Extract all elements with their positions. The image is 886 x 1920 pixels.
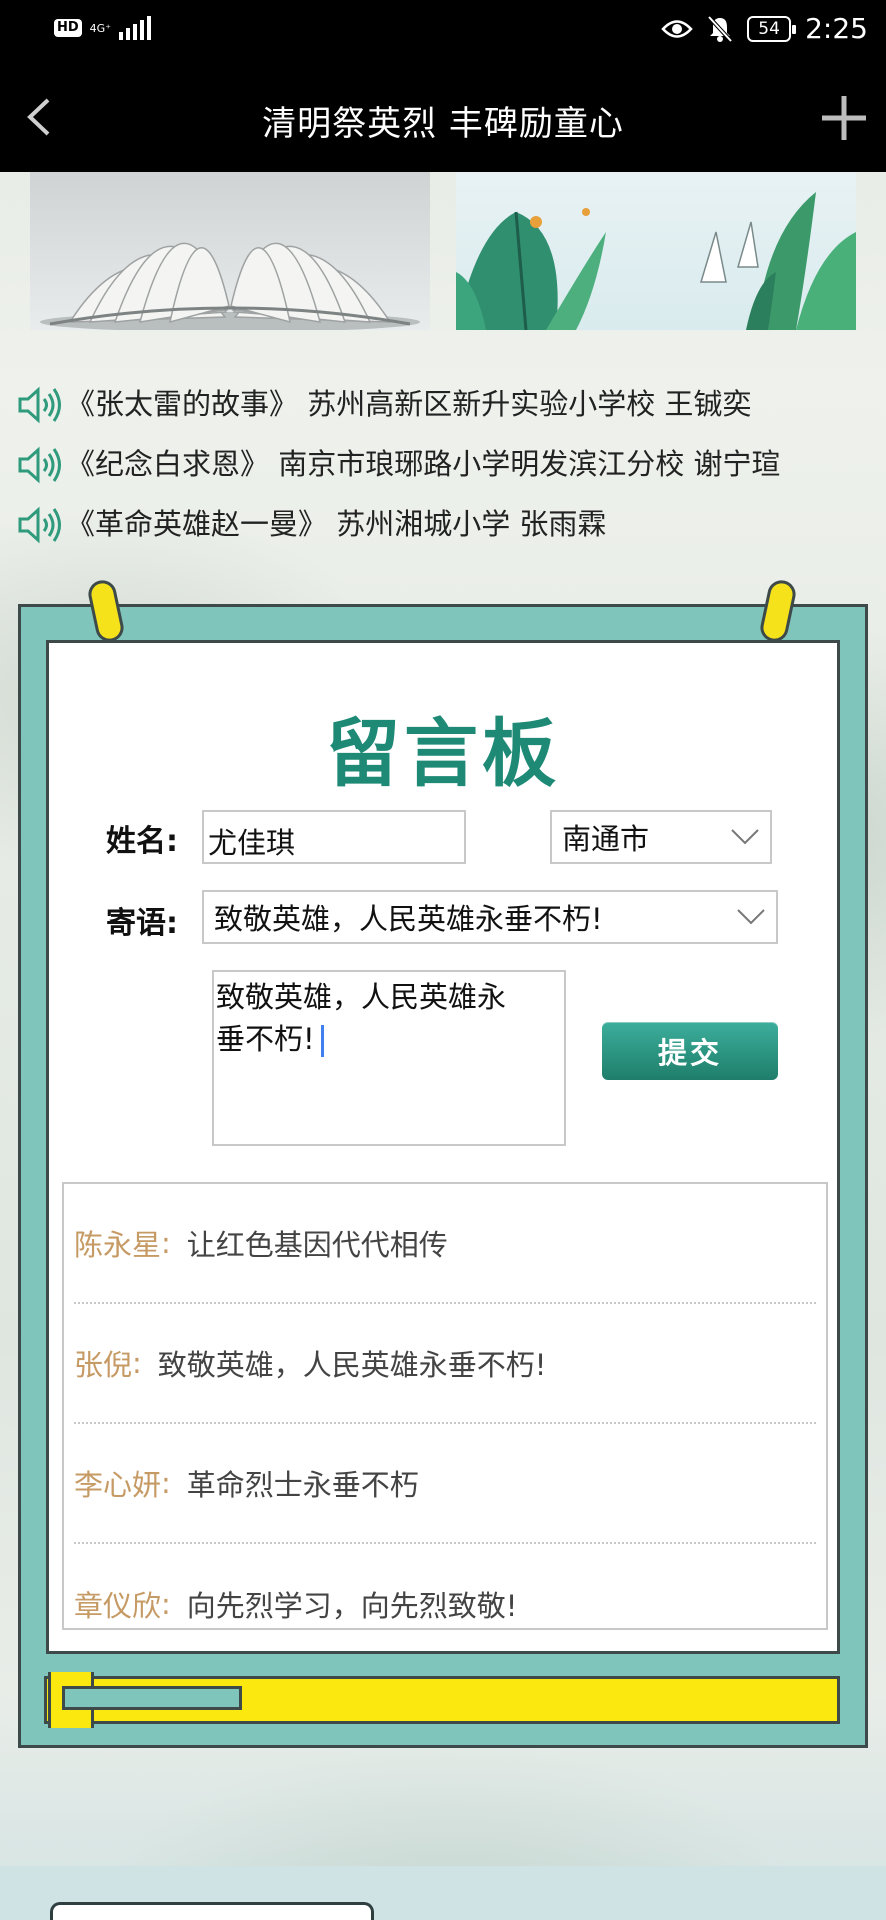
textarea-line-last: 垂不朽! bbox=[216, 1018, 562, 1060]
city-select-value: 南通市 bbox=[562, 822, 650, 856]
audio-item[interactable]: 《张太雷的故事》 苏州高新区新升实验小学校 王铖奕 bbox=[16, 372, 876, 432]
network-type: 4G⁺ bbox=[89, 21, 112, 35]
name-input[interactable]: 尤佳琪 bbox=[202, 810, 466, 864]
audio-title[interactable]: 《张太雷的故事》 苏州高新区新升实验小学校 王铖奕 bbox=[66, 381, 751, 423]
comment-author: 李心妍 bbox=[74, 1468, 162, 1502]
comment-row: 李心妍: 革命烈士永垂不朽 bbox=[74, 1424, 816, 1544]
submit-button[interactable]: 提交 bbox=[602, 1022, 778, 1080]
battery-icon: 54 bbox=[747, 15, 797, 42]
audio-title[interactable]: 《革命英雄赵一曼》 苏州湘城小学 张雨霖 bbox=[66, 501, 606, 543]
comment-separator: : bbox=[161, 1466, 171, 1500]
book-banner-image[interactable] bbox=[30, 172, 430, 330]
name-label: 姓名: bbox=[106, 824, 178, 859]
audio-item[interactable]: 《革命英雄赵一曼》 苏州湘城小学 张雨霖 bbox=[16, 492, 876, 552]
comment-text: 向先烈学习，向先烈致敬! bbox=[186, 1589, 518, 1623]
text-caret bbox=[320, 1025, 324, 1057]
speaker-icon[interactable] bbox=[16, 503, 64, 547]
city-select[interactable]: 南通市 bbox=[550, 810, 772, 864]
plus-icon[interactable] bbox=[818, 92, 870, 144]
comment-list[interactable]: 陈永星: 让红色基因代代相传 张倪: 致敬英雄，人民英雄永垂不朽! 李心妍: 革… bbox=[62, 1182, 828, 1630]
signal-icon bbox=[119, 16, 152, 40]
nav-bar: 清明祭英烈 丰碑励童心 bbox=[0, 62, 886, 172]
comment-row: 章仪欣: 向先烈学习，向先烈致敬! bbox=[74, 1544, 816, 1628]
textarea-line: 垂不朽! bbox=[216, 1022, 315, 1056]
page-title: 清明祭英烈 丰碑励童心 bbox=[262, 104, 624, 144]
board-bar-stub bbox=[62, 1686, 242, 1710]
mute-bell-icon bbox=[707, 15, 733, 42]
next-section-card[interactable] bbox=[50, 1902, 374, 1920]
comment-author: 章仪欣 bbox=[74, 1589, 162, 1623]
message-select-value: 致敬英雄，人民英雄永垂不朽! bbox=[214, 902, 603, 936]
clock: 2:25 bbox=[805, 12, 868, 45]
chevron-left-icon[interactable] bbox=[14, 92, 64, 142]
message-select[interactable]: 致敬英雄，人民英雄永垂不朽! bbox=[202, 890, 778, 944]
comment-text: 革命烈士永垂不朽 bbox=[186, 1468, 419, 1502]
comment-text: 让红色基因代代相传 bbox=[186, 1228, 448, 1262]
audio-item[interactable]: 《纪念白求恩》 南京市琅琊路小学明发滨江分校 谢宁瑄 bbox=[16, 432, 876, 492]
status-right: 54 2:25 bbox=[661, 12, 868, 45]
chevron-down-icon bbox=[731, 829, 759, 845]
status-bar: HD 4G⁺ 54 2:25 bbox=[0, 0, 886, 62]
comment-row: 陈永星: 让红色基因代代相传 bbox=[74, 1184, 816, 1304]
speaker-icon[interactable] bbox=[16, 443, 64, 487]
comment-author: 陈永星 bbox=[74, 1228, 162, 1262]
board-title: 留言板 bbox=[326, 711, 560, 797]
speaker-icon[interactable] bbox=[16, 383, 64, 427]
message-label: 寄语: bbox=[106, 906, 178, 941]
chevron-down-icon bbox=[737, 909, 765, 925]
leaf-banner-image[interactable] bbox=[456, 172, 856, 330]
textarea-line: 致敬英雄，人民英雄永 bbox=[216, 980, 507, 1014]
audio-title[interactable]: 《纪念白求恩》 南京市琅琊路小学明发滨江分校 谢宁瑄 bbox=[66, 441, 780, 483]
comment-author: 张倪 bbox=[74, 1348, 133, 1382]
hd-badge: HD bbox=[54, 19, 82, 37]
audio-list: 《张太雷的故事》 苏州高新区新升实验小学校 王铖奕 《纪念白求恩》 南京市琅琊路… bbox=[16, 372, 876, 552]
comment-separator: : bbox=[161, 1226, 171, 1260]
eye-icon bbox=[661, 19, 693, 38]
status-left: HD 4G⁺ bbox=[54, 16, 152, 40]
comment-row: 张倪: 致敬英雄，人民英雄永垂不朽! bbox=[74, 1304, 816, 1424]
comment-text: 致敬英雄，人民英雄永垂不朽! bbox=[157, 1348, 547, 1382]
comment-separator: : bbox=[161, 1587, 171, 1621]
comment-separator: : bbox=[132, 1346, 142, 1380]
message-textarea[interactable]: 致敬英雄，人民英雄永 垂不朽! bbox=[212, 970, 566, 1146]
